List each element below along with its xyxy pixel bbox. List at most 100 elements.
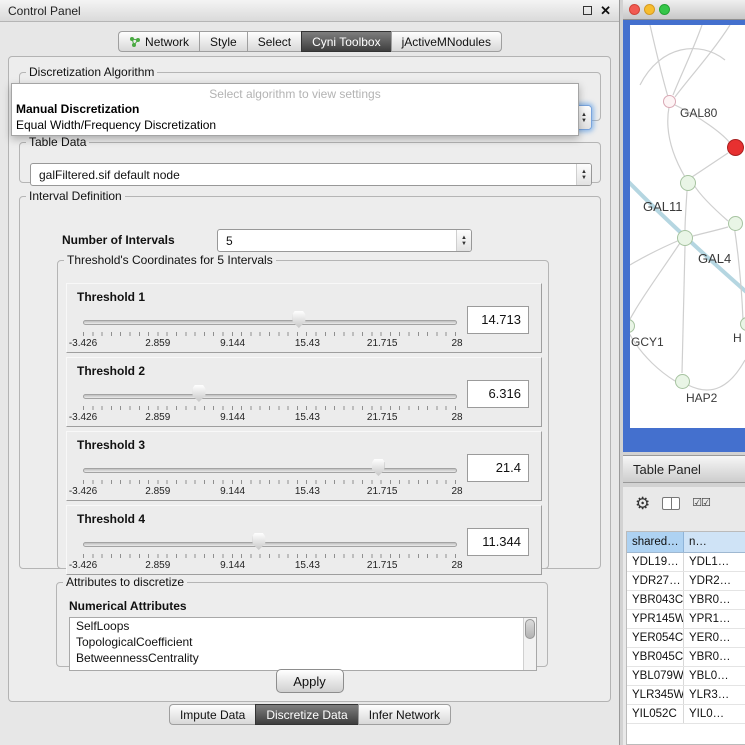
tick-label: 15.43 (295, 412, 320, 423)
columns-icon[interactable] (662, 497, 680, 510)
cell-name[interactable]: YBL0… (684, 667, 745, 685)
numerical-attributes-list[interactable]: SelfLoops TopologicalCoefficient Between… (69, 617, 537, 671)
node-gal4[interactable] (677, 230, 693, 246)
cell-shared-name[interactable]: YER054C (627, 629, 684, 647)
slider-track[interactable] (83, 320, 457, 325)
tab-label: Select (258, 35, 291, 49)
cell-shared-name[interactable]: YLR345W (627, 686, 684, 704)
table-data-select[interactable]: galFiltered.sif default node ▲ ▼ (30, 163, 592, 186)
cell-name[interactable]: YDL1… (684, 553, 745, 571)
list-item[interactable]: TopologicalCoefficient (70, 634, 536, 650)
table-row[interactable]: YBR043CYBR0… (627, 591, 745, 610)
combo-stepper-icon[interactable]: ▲ ▼ (576, 164, 591, 185)
slider-thumb[interactable] (252, 533, 265, 550)
tab-label: jActiveMNodules (402, 35, 491, 49)
node-gal80[interactable] (663, 95, 676, 108)
tick-label: -3.426 (69, 560, 97, 571)
tab-network[interactable]: Network (118, 31, 199, 52)
table-row[interactable]: YLR345WYLR3… (627, 686, 745, 705)
tick-label: -3.426 (69, 412, 97, 423)
slider-tick-labels: -3.426 2.859 9.144 15.43 21.715 28 (83, 338, 457, 350)
cell-name[interactable]: YBR0… (684, 591, 745, 609)
table-row[interactable]: YIL052CYIL0… (627, 705, 745, 724)
dropdown-option-equal-width-frequency[interactable]: Equal Width/Frequency Discretization (12, 117, 578, 133)
slider-thumb[interactable] (192, 385, 205, 402)
tick-label: 21.715 (367, 486, 398, 497)
close-traffic-light[interactable] (629, 4, 640, 15)
cell-shared-name[interactable]: YBR045C (627, 648, 684, 666)
table-row[interactable]: YBL079WYBL0… (627, 667, 745, 686)
cell-name[interactable]: YLR3… (684, 686, 745, 704)
tab-cyni-toolbox[interactable]: Cyni Toolbox (301, 31, 390, 52)
slider-thumb[interactable] (292, 311, 305, 328)
tab-discretize-data[interactable]: Discretize Data (255, 704, 357, 725)
tick-label: 28 (451, 560, 462, 571)
combo-stepper-icon[interactable]: ▲ ▼ (456, 230, 471, 251)
tick-label: 28 (451, 412, 462, 423)
dropdown-option-manual-discretization[interactable]: Manual Discretization (12, 101, 578, 117)
cell-shared-name[interactable]: YBL079W (627, 667, 684, 685)
list-item[interactable]: SelfLoops (70, 618, 536, 634)
slider-tick-labels: -3.426 2.859 9.144 15.43 21.715 28 (83, 486, 457, 498)
zoom-traffic-light[interactable] (659, 4, 670, 15)
cell-name[interactable]: YIL0… (684, 705, 745, 723)
threshold-slider[interactable]: -3.426 2.859 9.144 15.43 21.715 28 (83, 382, 457, 426)
cell-shared-name[interactable]: YPR145W (627, 610, 684, 628)
threshold-label: Threshold 2 (77, 364, 145, 378)
slider-track[interactable] (83, 468, 457, 473)
threshold-slider[interactable]: -3.426 2.859 9.144 15.43 21.715 28 (83, 308, 457, 352)
cell-name[interactable]: YER0… (684, 629, 745, 647)
cell-name[interactable]: YPR1… (684, 610, 745, 628)
slider-track[interactable] (83, 542, 457, 547)
tab-select[interactable]: Select (247, 31, 301, 52)
tick-label: 9.144 (220, 338, 245, 349)
table-row[interactable]: YPR145WYPR1… (627, 610, 745, 629)
table-row[interactable]: YBR045CYBR0… (627, 648, 745, 667)
table-row[interactable]: YER054CYER0… (627, 629, 745, 648)
threshold-slider[interactable]: -3.426 2.859 9.144 15.43 21.715 28 (83, 530, 457, 574)
threshold-value-field[interactable]: 6.316 (467, 380, 529, 408)
select-columns-icon[interactable]: ☑☑ (692, 498, 710, 509)
tab-infer-network[interactable]: Infer Network (358, 704, 451, 725)
float-window-icon[interactable] (583, 6, 592, 15)
cell-name[interactable]: YDR2… (684, 572, 745, 590)
list-scrollbar[interactable] (523, 618, 536, 670)
threshold-value-field[interactable]: 21.4 (467, 454, 529, 482)
cell-shared-name[interactable]: YDR27… (627, 572, 684, 590)
column-header-shared-name[interactable]: shared… (627, 532, 684, 552)
node-gal11[interactable] (680, 175, 696, 191)
threshold-value-field[interactable]: 11.344 (467, 528, 529, 556)
num-intervals-select[interactable]: 5 ▲ ▼ (217, 229, 472, 252)
node-hap2[interactable] (675, 374, 690, 389)
gear-icon[interactable]: ⚙ (635, 495, 650, 512)
node-right-edge[interactable] (728, 216, 743, 231)
tab-style[interactable]: Style (199, 31, 247, 52)
tab-jactivemnodules[interactable]: jActiveMNodules (391, 31, 502, 52)
tick-label: 9.144 (220, 412, 245, 423)
node-table: shared… n… YDL19…YDL1… YDR27…YDR2… YBR04… (626, 531, 745, 745)
tick-label: 9.144 (220, 486, 245, 497)
cell-shared-name[interactable]: YDL19… (627, 553, 684, 571)
cell-shared-name[interactable]: YIL052C (627, 705, 684, 723)
close-window-icon[interactable]: ✕ (600, 4, 611, 17)
node-selected-red[interactable] (727, 139, 744, 156)
cell-shared-name[interactable]: YBR043C (627, 591, 684, 609)
threshold-slider[interactable]: -3.426 2.859 9.144 15.43 21.715 28 (83, 456, 457, 500)
attributes-group: Attributes to discretize Numerical Attri… (56, 575, 548, 667)
table-row[interactable]: YDR27…YDR2… (627, 572, 745, 591)
table-row[interactable]: YDL19…YDL1… (627, 553, 745, 572)
slider-thumb[interactable] (372, 459, 385, 476)
apply-button[interactable]: Apply (276, 669, 344, 693)
cell-name[interactable]: YBR0… (684, 648, 745, 666)
column-header-name[interactable]: n… (684, 532, 745, 552)
tab-impute-data[interactable]: Impute Data (169, 704, 255, 725)
tab-label: Impute Data (180, 708, 245, 722)
minimize-traffic-light[interactable] (644, 4, 655, 15)
threshold-value-field[interactable]: 14.713 (467, 306, 529, 334)
network-canvas[interactable]: GAL80 GAL11 GAL4 GCY1 HAP2 H (630, 25, 745, 428)
slider-track[interactable] (83, 394, 457, 399)
dropdown-hint: Select algorithm to view settings (12, 84, 578, 101)
scrollbar-thumb[interactable] (525, 619, 535, 639)
list-item[interactable]: BetweennessCentrality (70, 650, 536, 666)
threshold-panel-4: Threshold 4 -3.426 2.859 9.144 15.43 21.… (66, 505, 542, 575)
